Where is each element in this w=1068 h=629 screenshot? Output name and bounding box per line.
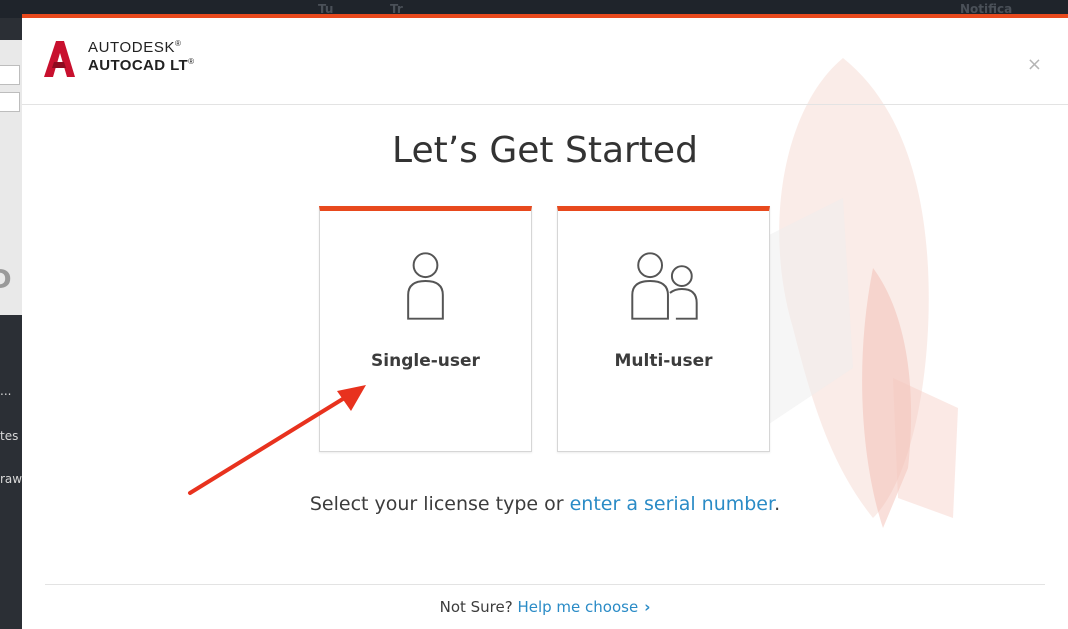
multi-user-icon [631,252,698,320]
help-me-choose-link[interactable]: Help me choose [517,598,638,616]
dialog-header: AUTODESK® AUTOCAD LT® × [22,18,1068,105]
license-type-dialog: AUTODESK® AUTOCAD LT® × Let’s Get Starte… [22,14,1068,629]
document-thumbnail-icon [0,92,20,112]
background-app-label: tes [0,429,19,443]
single-user-label: Single-user [371,351,480,371]
background-app-label: raw [0,472,23,486]
multi-user-label: Multi-user [614,351,713,371]
page-title: Let’s Get Started [392,130,698,171]
enter-serial-number-link[interactable]: enter a serial number [570,493,774,515]
chevron-right-icon[interactable]: › [644,598,650,616]
single-user-icon [407,252,444,320]
autocad-logo-icon [44,41,75,77]
license-instruction: Select your license type or enter a seri… [22,493,1068,515]
background-app-label: ... [0,384,12,398]
instruction-suffix: . [774,493,781,515]
instruction-text: Select your license type or [309,493,570,515]
single-user-option[interactable]: Single-user [319,206,532,452]
background-app-side-panel: D [0,40,23,315]
dialog-footer: Not Sure? Help me choose › [22,598,1068,616]
brand-product: AUTOCAD LT® [88,57,195,74]
multi-user-option[interactable]: Multi-user [557,206,770,452]
close-button[interactable]: × [1027,56,1042,74]
background-app-big-text: D [0,265,12,295]
footer-divider [45,584,1045,585]
brand-company: AUTODESK® [88,39,182,56]
document-thumbnail-icon [0,65,20,85]
not-sure-text: Not Sure? [439,598,518,616]
